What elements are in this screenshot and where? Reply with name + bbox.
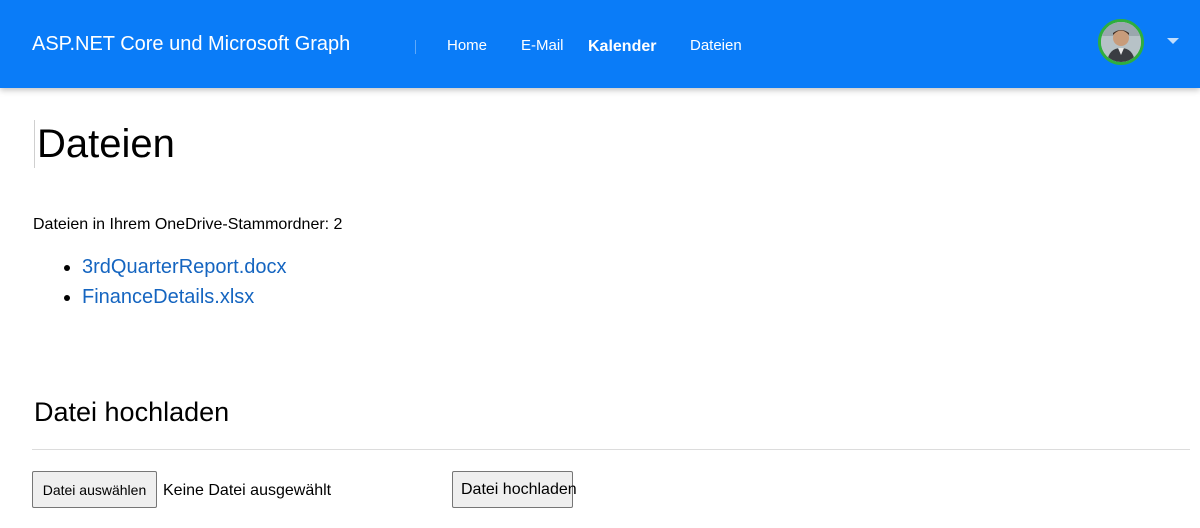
list-item: 3rdQuarterReport.docx: [82, 252, 287, 282]
file-count-text: Dateien in Ihrem OneDrive-Stammordner: 2: [33, 216, 343, 233]
nav-item-calendar[interactable]: Kalender: [588, 38, 656, 56]
upload-section-title: Datei hochladen: [34, 397, 230, 427]
user-avatar[interactable]: [1098, 19, 1144, 65]
list-item: FinanceDetails.xlsx: [82, 282, 287, 312]
nav-item-home[interactable]: Home: [447, 37, 487, 54]
choose-file-button[interactable]: Datei auswählen: [32, 471, 157, 508]
nav-item-email[interactable]: E-Mail: [521, 37, 564, 54]
selected-file-status: Keine Datei ausgewählt: [163, 482, 332, 499]
file-list: 3rdQuarterReport.docx FinanceDetails.xls…: [32, 252, 287, 312]
upload-file-button[interactable]: Datei hochladen: [452, 471, 577, 508]
nav-divider: [415, 40, 416, 54]
section-divider: [32, 449, 1190, 450]
page-title: Dateien: [34, 120, 175, 168]
brand-link[interactable]: ASP.NET Core und Microsoft Graph: [32, 33, 350, 56]
user-menu-chevron-down-icon[interactable]: [1167, 38, 1179, 44]
top-navbar: ASP.NET Core und Microsoft Graph Home E-…: [0, 0, 1200, 88]
user-photo-icon: [1101, 22, 1141, 62]
nav-item-files[interactable]: Dateien: [690, 37, 742, 54]
file-link[interactable]: FinanceDetails.xlsx: [82, 286, 254, 308]
file-link[interactable]: 3rdQuarterReport.docx: [82, 256, 287, 278]
